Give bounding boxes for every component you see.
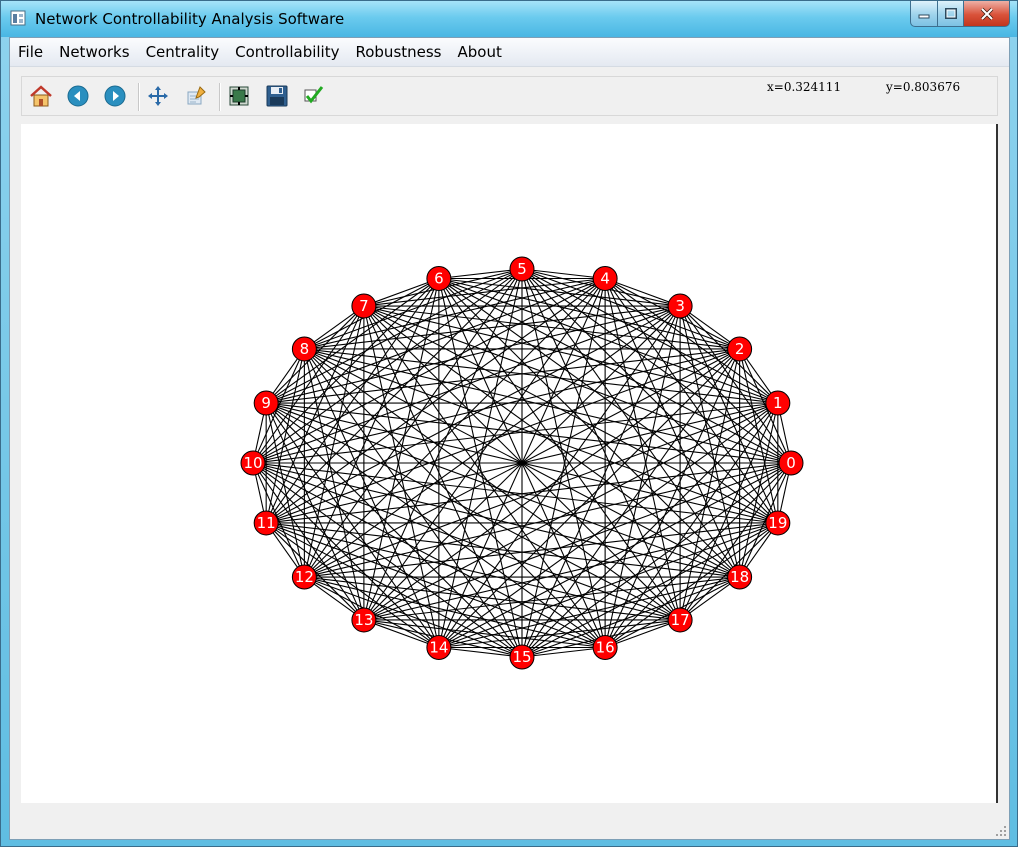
- edit-button[interactable]: [300, 82, 328, 110]
- status-bar: [10, 808, 1009, 839]
- graph-edge: [252, 268, 523, 464]
- home-button[interactable]: [27, 82, 55, 110]
- graph-node[interactable]: 5: [509, 256, 535, 282]
- graph-node-label: 3: [675, 297, 685, 315]
- window-controls: [910, 1, 1010, 28]
- edit-check-icon: [304, 86, 324, 104]
- graph-node-label: 8: [300, 340, 310, 358]
- client-area: File Networks Centrality Controllability…: [9, 37, 1010, 840]
- graph-edge: [521, 462, 792, 658]
- graph-node[interactable]: 10: [240, 450, 266, 476]
- menu-about[interactable]: About: [450, 38, 510, 66]
- graph-edge: [679, 305, 779, 524]
- graph-node-label: 12: [295, 568, 314, 586]
- pan-button[interactable]: [144, 82, 172, 110]
- home-icon: [30, 85, 52, 107]
- graph-node[interactable]: 15: [509, 644, 535, 670]
- graph-node-label: 13: [354, 611, 373, 629]
- graph-edges: [252, 268, 792, 658]
- graph-node[interactable]: 17: [667, 607, 693, 633]
- toolbar-separator: [219, 83, 221, 111]
- cursor-x-readout: x=0.324111: [767, 80, 842, 94]
- configure-subplots-button[interactable]: [225, 82, 253, 110]
- app-window-icon: [10, 10, 26, 26]
- graph-node[interactable]: 19: [765, 510, 791, 536]
- graph-node[interactable]: 6: [426, 265, 452, 291]
- graph-edge: [252, 462, 778, 524]
- close-icon: [980, 7, 993, 20]
- minimize-icon: [918, 14, 930, 18]
- graph-node[interactable]: 11: [253, 510, 279, 536]
- graph-node[interactable]: 7: [351, 293, 377, 319]
- configure-subplots-icon: [229, 86, 249, 106]
- graph-node[interactable]: 3: [667, 293, 693, 319]
- graph-node-label: 0: [786, 454, 796, 472]
- toolbar-separator: [138, 83, 140, 111]
- menu-file[interactable]: File: [10, 38, 51, 66]
- minimize-button[interactable]: [910, 1, 938, 27]
- graph-node-label: 18: [730, 568, 749, 586]
- graph-edge: [438, 278, 779, 524]
- menu-bar: File Networks Centrality Controllability…: [10, 38, 1009, 67]
- graph-node[interactable]: 1: [765, 390, 791, 416]
- menu-networks[interactable]: Networks: [51, 38, 137, 66]
- graph-node-label: 5: [517, 260, 527, 278]
- graph-node-label: 10: [243, 454, 262, 472]
- graph-node-label: 17: [671, 611, 690, 629]
- graph-node-label: 7: [359, 297, 369, 315]
- app-window: Network Controllability Analysis Softwar…: [0, 0, 1018, 847]
- menu-controllability[interactable]: Controllability: [227, 38, 347, 66]
- graph-node-label: 1: [773, 394, 783, 412]
- save-button[interactable]: [263, 82, 291, 110]
- graph-edge: [252, 462, 740, 578]
- graph-node[interactable]: 9: [253, 390, 279, 416]
- graph-node[interactable]: 0: [778, 450, 804, 476]
- zoom-button[interactable]: [182, 82, 210, 110]
- maximize-icon: [944, 7, 957, 19]
- graph-node[interactable]: 14: [426, 635, 452, 661]
- graph-edge: [438, 576, 740, 649]
- graph-edge: [363, 305, 740, 578]
- graph-node[interactable]: 18: [727, 564, 753, 590]
- graph-edge: [252, 462, 523, 658]
- zoom-rect-icon: [187, 86, 206, 105]
- graph-node-label: 9: [261, 394, 271, 412]
- menu-robustness[interactable]: Robustness: [347, 38, 449, 66]
- graph-node-label: 2: [735, 340, 745, 358]
- maximize-button[interactable]: [938, 1, 964, 27]
- graph-node-label: 11: [257, 514, 276, 532]
- back-button[interactable]: [64, 82, 92, 110]
- graph-node-label: 14: [429, 639, 448, 657]
- graph-node[interactable]: 13: [351, 607, 377, 633]
- forward-button[interactable]: [101, 82, 129, 110]
- back-arrow-icon: [67, 85, 89, 107]
- graph-edge: [438, 278, 681, 621]
- window-title: Network Controllability Analysis Softwar…: [35, 10, 345, 28]
- graph-node-label: 6: [434, 269, 444, 287]
- resize-grip-icon[interactable]: [995, 825, 1007, 837]
- graph-node[interactable]: 4: [592, 265, 618, 291]
- graph-node-label: 15: [512, 648, 531, 666]
- graph-node[interactable]: 2: [727, 336, 753, 362]
- close-button[interactable]: [964, 1, 1010, 27]
- pan-icon: [148, 86, 168, 106]
- graph-node-label: 4: [600, 269, 610, 287]
- plot-canvas[interactable]: 0 1 2 3 4 5 6 7 8 9 10 11 12 13 14 15 16 17 18 19: [21, 124, 998, 803]
- network-graph[interactable]: 012345678910111213141516171819: [21, 124, 996, 803]
- graph-node-label: 19: [768, 514, 787, 532]
- graph-edge: [265, 402, 606, 648]
- save-icon: [266, 85, 288, 107]
- forward-arrow-icon: [104, 85, 126, 107]
- plot-toolbar: x=0.324111 y=0.803676: [21, 76, 998, 116]
- graph-node-label: 16: [596, 639, 615, 657]
- graph-node[interactable]: 12: [291, 564, 317, 590]
- graph-edge: [521, 522, 779, 658]
- graph-edge: [521, 268, 792, 464]
- graph-node[interactable]: 8: [291, 336, 317, 362]
- graph-node[interactable]: 16: [592, 635, 618, 661]
- cursor-y-readout: y=0.803676: [886, 80, 961, 94]
- menu-centrality[interactable]: Centrality: [138, 38, 228, 66]
- title-bar[interactable]: Network Controllability Analysis Softwar…: [1, 1, 1017, 37]
